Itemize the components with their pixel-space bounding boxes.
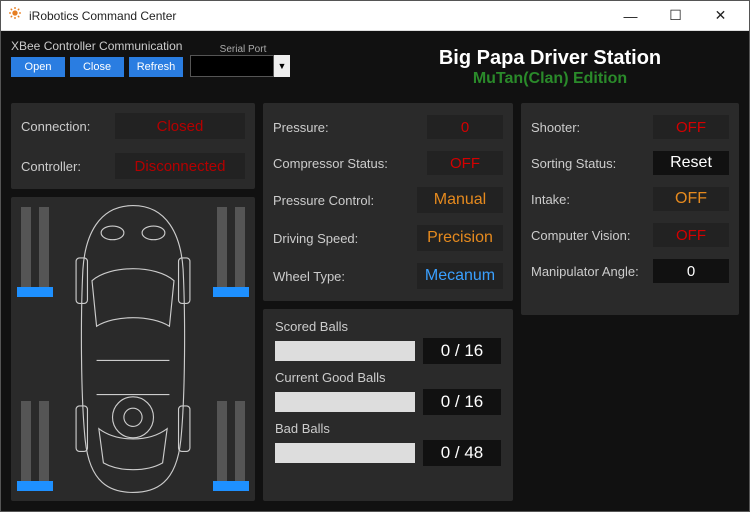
compressor-value: OFF [427,151,503,175]
wheel-type-label: Wheel Type: [273,269,345,284]
vehicle-panel [11,197,255,501]
good-balls-label: Current Good Balls [275,370,501,385]
xbee-section: XBee Controller Communication Open Close… [11,39,351,95]
controller-value: Disconnected [115,153,245,179]
connection-value: Closed [115,113,245,139]
scored-balls-bar [275,341,415,361]
refresh-button[interactable]: Refresh [129,57,183,77]
good-balls-value: 0 / 16 [423,389,501,415]
app-icon [7,5,23,26]
maximize-button[interactable]: ☐ [653,1,698,30]
wheel-type-value[interactable]: Mecanum [417,263,503,289]
manip-label: Manipulator Angle: [531,264,639,279]
slider-rear-right[interactable] [235,401,245,491]
xbee-label: XBee Controller Communication [11,39,351,53]
shooter-value: OFF [653,115,729,139]
balls-panel: Scored Balls 0 / 16 Current Good Balls 0… [263,309,513,501]
manip-value: 0 [653,259,729,283]
slider-front-left[interactable] [21,207,31,297]
driving-speed-label: Driving Speed: [273,231,358,246]
slider-rear-left-2[interactable] [39,401,49,491]
connection-label: Connection: [21,119,90,134]
slider-rear-left[interactable] [21,401,31,491]
pressure-control-value[interactable]: Manual [417,187,503,213]
car-diagram [55,201,211,497]
intake-value: OFF [653,187,729,211]
sorting-value[interactable]: Reset [653,151,729,175]
bad-balls-bar [275,443,415,463]
slider-front-right-2[interactable] [217,207,227,297]
serial-port-select[interactable]: ▼ [190,55,290,77]
header: Big Papa Driver Station MuTan(Clan) Edit… [361,39,739,95]
controller-label: Controller: [21,159,81,174]
serial-port-label: Serial Port [220,44,267,55]
good-balls-bar [275,392,415,412]
bad-balls-label: Bad Balls [275,421,501,436]
chevron-down-icon: ▼ [274,55,290,77]
minimize-button[interactable]: ― [608,1,653,30]
app-body: XBee Controller Communication Open Close… [1,31,749,511]
header-subtitle: MuTan(Clan) Edition [473,70,627,88]
subsystems-panel: Shooter: OFF Sorting Status: Reset Intake:… [521,103,739,315]
slider-front-right[interactable] [235,207,245,297]
titlebar: iRobotics Command Center ― ☐ ✕ [1,1,749,31]
sorting-label: Sorting Status: [531,156,616,171]
slider-rear-right-2[interactable] [217,401,227,491]
close-window-button[interactable]: ✕ [698,1,743,30]
close-button[interactable]: Close [70,57,124,77]
pressure-control-label: Pressure Control: [273,193,374,208]
shooter-label: Shooter: [531,120,580,135]
cv-label: Computer Vision: [531,228,630,243]
slider-front-left-2[interactable] [39,207,49,297]
connection-panel: Connection: Closed Controller: Disconnec… [11,103,255,189]
header-title: Big Papa Driver Station [439,47,661,70]
open-button[interactable]: Open [11,57,65,77]
compressor-label: Compressor Status: [273,156,388,171]
pressure-label: Pressure: [273,120,329,135]
driving-speed-value[interactable]: Precision [417,225,503,251]
scored-balls-label: Scored Balls [275,319,501,334]
cv-value: OFF [653,223,729,247]
intake-label: Intake: [531,192,570,207]
app-window: iRobotics Command Center ― ☐ ✕ XBee Cont… [0,0,750,512]
window-title: iRobotics Command Center [29,9,608,23]
bad-balls-value: 0 / 48 [423,440,501,466]
drive-panel: Pressure: 0 Compressor Status: OFF Pressur… [263,103,513,301]
scored-balls-value: 0 / 16 [423,338,501,364]
pressure-value: 0 [427,115,503,139]
